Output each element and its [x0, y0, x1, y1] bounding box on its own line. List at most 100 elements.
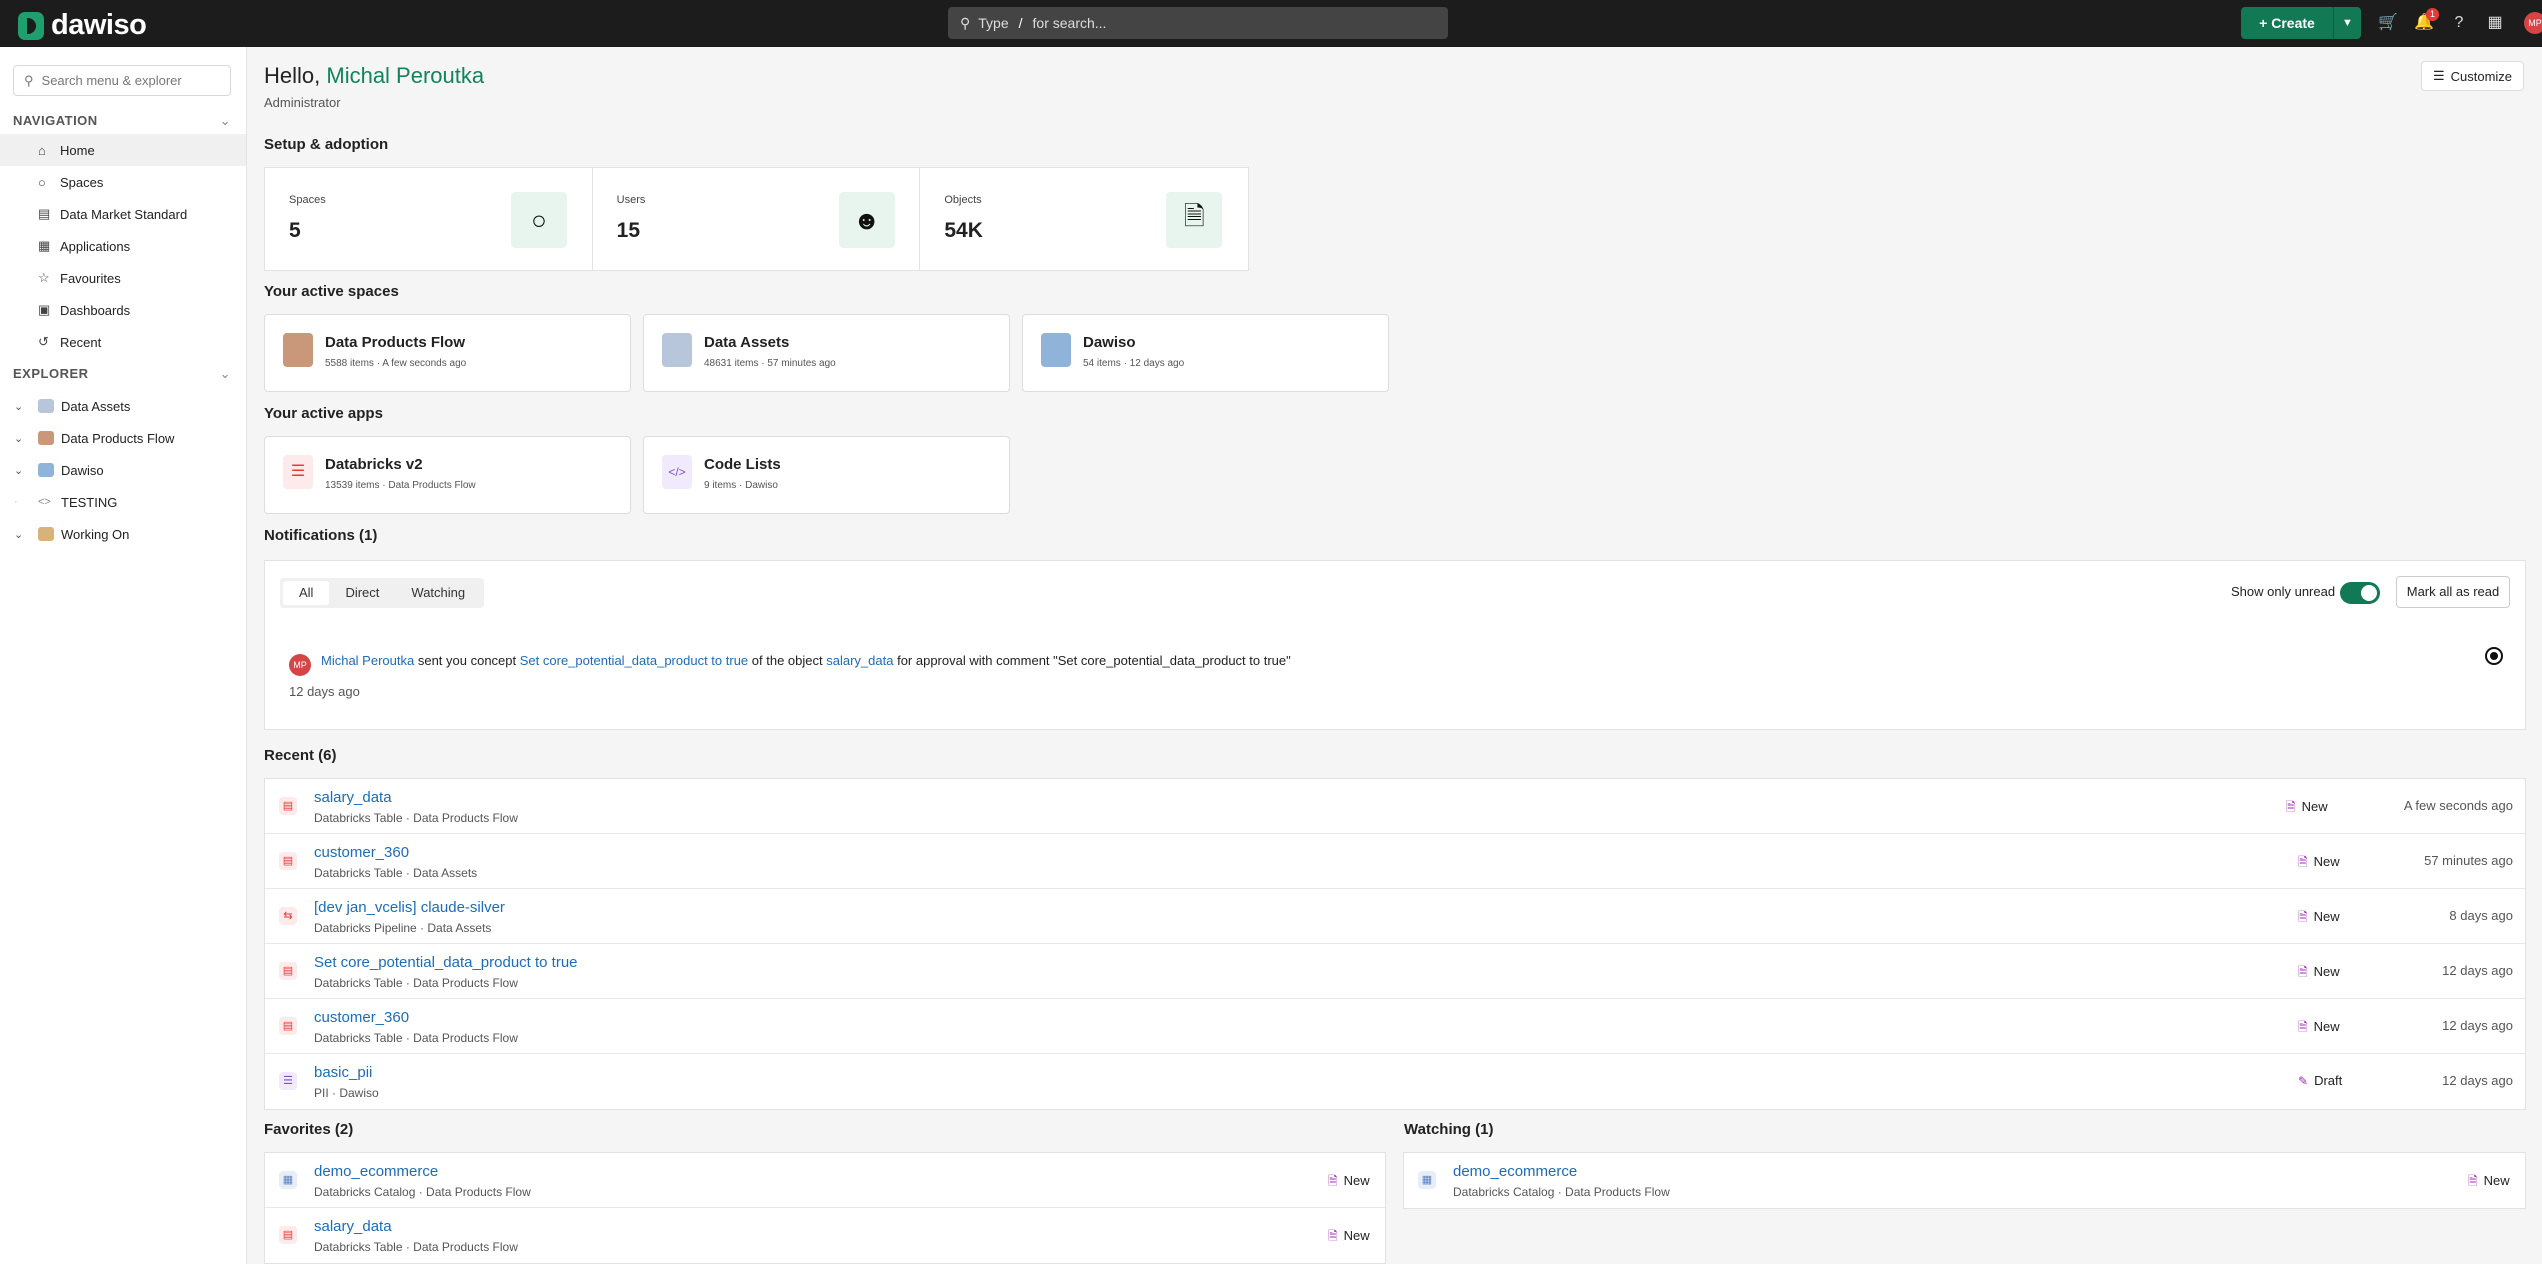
notification-message: Michal Peroutka sent you concept Set cor… [321, 653, 1291, 668]
user-role: Administrator [264, 95, 341, 110]
sidebar-item-home[interactable]: ⌂ Home [0, 134, 246, 166]
sidebar-item-favourites[interactable]: ☆ Favourites [0, 262, 246, 294]
document-icon: 🗎 [2298, 965, 2308, 979]
table-icon: ▤ [279, 1017, 297, 1035]
explorer-item-testing[interactable]: · <> TESTING [0, 486, 246, 518]
code-icon: <> [38, 496, 51, 508]
avatar[interactable]: MP [2524, 12, 2542, 34]
databricks-icon: ☰ [283, 455, 313, 489]
document-icon: 🗎 [2298, 855, 2308, 869]
list-item[interactable]: ▦ demo_ecommerce Databricks Catalog · Data… [1404, 1153, 2525, 1208]
favorites-title: Favorites (2) [264, 1121, 354, 1138]
explorer-section-toggle[interactable]: EXPLORER ⌄ [13, 366, 231, 381]
pencil-icon: ✎ [2298, 1074, 2309, 1088]
users-icon: ☻ [838, 192, 895, 248]
notifications-title: Notifications (1) [264, 527, 378, 544]
list-item[interactable]: ▤ customer_360 Databricks Table · Data Pro… [265, 999, 2525, 1054]
notification-badge: 1 [2426, 8, 2439, 21]
sidebar-item-applications[interactable]: ▦ Applications [0, 230, 246, 262]
box-icon [38, 431, 54, 445]
history-icon: ↺ [38, 334, 49, 349]
sidebar-item-recent[interactable]: ↺ Recent [0, 326, 246, 358]
explorer-item-dawiso[interactable]: ⌄ Dawiso [0, 454, 246, 486]
space-card-data-assets[interactable]: Data Assets 48631 items · 57 minutes ago [643, 314, 1010, 392]
chevron-down-icon[interactable]: ⌄ [14, 432, 23, 445]
tab-watching[interactable]: Watching [395, 581, 481, 605]
notification-tabs: All Direct Watching [280, 578, 485, 608]
circle-icon: ○ [38, 174, 46, 190]
document-icon: 🗎 [2298, 910, 2308, 924]
recent-list: ▤ salary_data Databricks Table · Data Prod… [264, 778, 2526, 1110]
document-icon: 🗎 [1166, 192, 1223, 248]
sidebar-search-input[interactable]: ⚲ Search menu & explorer [13, 65, 231, 96]
explorer-item-working-on[interactable]: ⌄ Working On [0, 518, 246, 550]
notification-object-link[interactable]: salary_data [826, 653, 893, 668]
sidebar-item-spaces[interactable]: ○ Spaces [0, 166, 246, 198]
chevron-down-icon[interactable]: ⌄ [14, 400, 23, 413]
table-icon: ▤ [279, 852, 297, 870]
tools-icon [38, 527, 54, 541]
app-card-code-lists[interactable]: </> Code Lists 9 items · Dawiso [643, 436, 1010, 514]
box-icon [283, 333, 313, 367]
explorer-item-data-products-flow[interactable]: ⌄ Data Products Flow [0, 422, 246, 454]
watching-title: Watching (1) [1404, 1121, 1494, 1138]
mark-read-radio[interactable] [2485, 647, 2503, 665]
document-icon: 🗎 [2468, 1174, 2478, 1188]
show-unread-label: Show only unread [2231, 584, 2336, 599]
chevron-down-icon: ⌄ [219, 366, 231, 381]
active-spaces-title: Your active spaces [264, 283, 399, 300]
list-item[interactable]: ▦ demo_ecommerce Databricks Catalog · Data… [265, 1153, 1385, 1208]
chevron-down-icon: ⌄ [219, 113, 231, 128]
list-item[interactable]: ▤ salary_data Databricks Table · Data Prod… [265, 1208, 1385, 1263]
navigation-section-toggle[interactable]: NAVIGATION ⌄ [13, 113, 231, 128]
tab-all[interactable]: All [283, 581, 330, 605]
house-icon [38, 463, 54, 477]
notification-sender-link[interactable]: Michal Peroutka [321, 653, 414, 668]
list-item[interactable]: ▤ Set core_potential_data_product to true… [265, 944, 2525, 999]
list-item[interactable]: ▤ customer_360 Databricks Table · Data Ass… [265, 834, 2525, 889]
dawiso-logo[interactable]: dawiso [18, 9, 147, 42]
home-icon: ⌂ [38, 142, 46, 158]
customize-button[interactable]: ☰ Customize [2421, 61, 2524, 91]
global-search[interactable]: ⚲ Type / for search... [948, 7, 1448, 39]
document-icon: 🗎 [2286, 800, 2296, 814]
apps-grid-icon[interactable]: ▦ [2483, 11, 2507, 35]
search-icon: ⚲ [960, 14, 971, 31]
stat-objects[interactable]: Objects 54K 🗎 [920, 168, 1248, 270]
catalog-icon: ▦ [279, 1171, 297, 1189]
notification-time: 12 days ago [289, 684, 360, 699]
notification-concept-link[interactable]: Set core_potential_data_product to true [520, 653, 748, 668]
sidebar-item-dashboards[interactable]: ▣ Dashboards [0, 294, 246, 326]
code-file-icon: </> [662, 455, 692, 489]
search-icon: ⚲ [24, 72, 34, 88]
active-apps-title: Your active apps [264, 405, 383, 422]
stat-users[interactable]: Users 15 ☻ [593, 168, 921, 270]
stat-spaces[interactable]: Spaces 5 ○ [265, 168, 593, 270]
chevron-down-icon[interactable]: ⌄ [14, 464, 23, 477]
tab-direct[interactable]: Direct [329, 581, 395, 605]
document-icon: 🗎 [1328, 1229, 1338, 1243]
space-card-data-products-flow[interactable]: Data Products Flow 5588 items · A few sec… [264, 314, 631, 392]
create-dropdown-chevron-icon[interactable]: ▼ [2333, 7, 2361, 39]
mark-all-read-button[interactable]: Mark all as read [2396, 576, 2510, 608]
app-card-databricks[interactable]: ☰ Databricks v2 13539 items · Data Product… [264, 436, 631, 514]
list-item[interactable]: ☰ basic_pii PII · Dawiso ✎ Draft 12 days ago [265, 1054, 2525, 1109]
notifications-panel: All Direct Watching Show only unread Mar… [264, 560, 2526, 730]
cart-icon[interactable]: 🛒 [2376, 11, 2400, 35]
sidebar-item-data-market-standard[interactable]: ▤ Data Market Standard [0, 198, 246, 230]
circle-icon: ○ [511, 192, 567, 248]
show-unread-toggle[interactable] [2340, 582, 2380, 604]
stats-panel: Spaces 5 ○ Users 15 ☻ Objects 54K 🗎 [264, 167, 1249, 271]
create-button[interactable]: + Create ▼ [2241, 7, 2361, 39]
explorer-item-data-assets[interactable]: ⌄ Data Assets [0, 390, 246, 422]
grid-icon: ▦ [38, 238, 51, 253]
list-item[interactable]: ⇆ [dev jan_vcelis] claude-silver Databrick… [265, 889, 2525, 944]
document-icon: 🗎 [1328, 1174, 1338, 1188]
pipeline-icon: ⇆ [279, 907, 297, 925]
chevron-down-icon[interactable]: ⌄ [14, 528, 23, 541]
help-icon[interactable]: ? [2447, 11, 2471, 35]
book-icon: ▤ [38, 206, 51, 221]
list-item[interactable]: ▤ salary_data Databricks Table · Data Prod… [265, 779, 2525, 834]
logo-icon [18, 11, 44, 40]
space-card-dawiso[interactable]: Dawiso 54 items · 12 days ago [1022, 314, 1389, 392]
